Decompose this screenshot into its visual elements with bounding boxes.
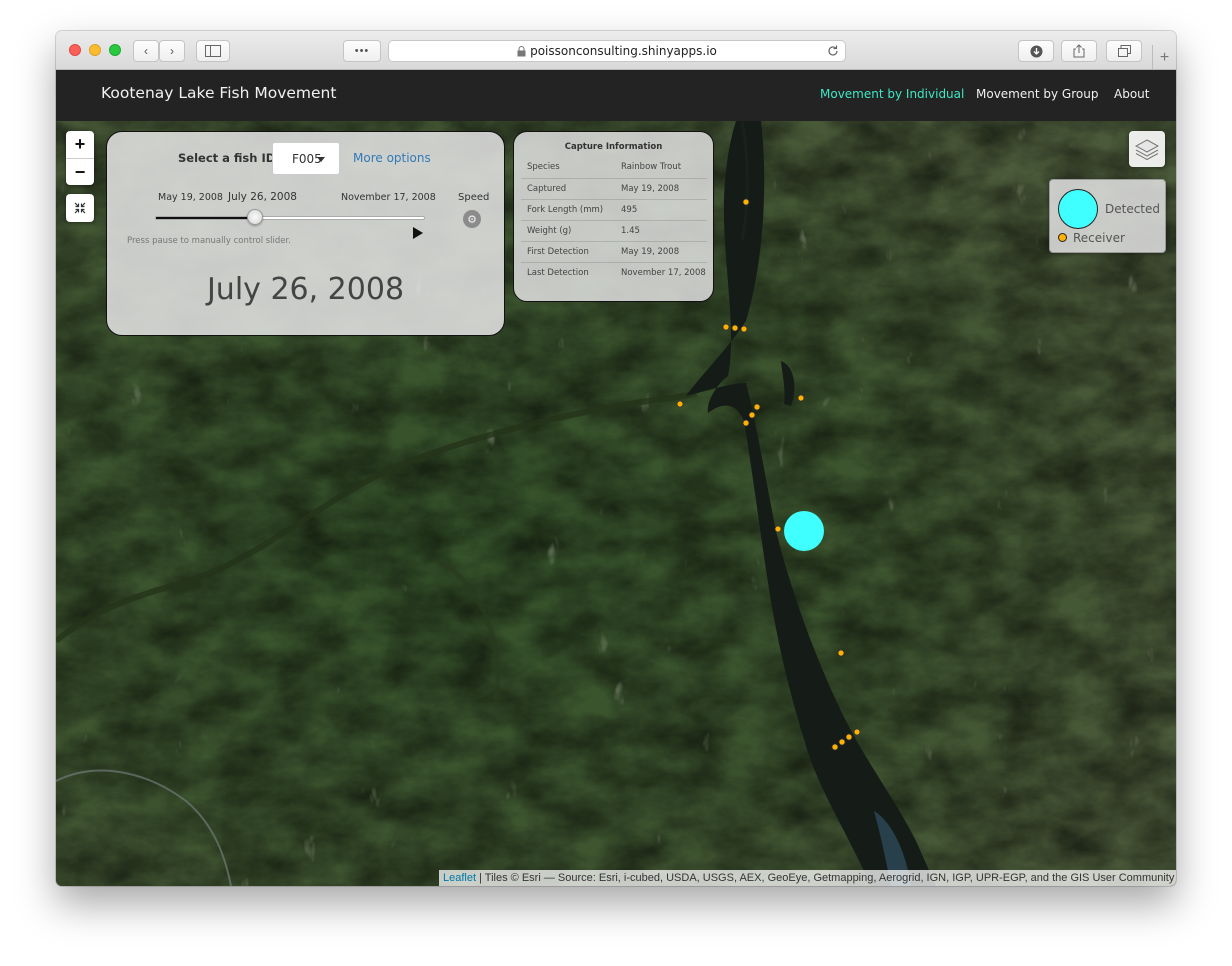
capture-information-panel: Capture Information Species Rainbow Trout… <box>513 131 714 302</box>
tabs-overview-icon <box>1117 45 1131 57</box>
receiver-marker[interactable] <box>742 419 750 427</box>
receiver-marker[interactable] <box>742 198 750 206</box>
tabs-button[interactable] <box>1106 40 1142 62</box>
share-button[interactable] <box>1061 40 1097 62</box>
detected-legend-label: Detected <box>1105 202 1161 216</box>
chevron-down-icon <box>317 157 325 162</box>
receiver-marker[interactable] <box>774 525 782 533</box>
capture-row: First Detection May 19, 2008 <box>521 241 707 262</box>
receiver-legend-label: Receiver <box>1073 231 1125 245</box>
plus-icon: + <box>1159 48 1170 66</box>
slider-min-label: May 19, 2008 <box>158 192 223 203</box>
share-icon <box>1073 44 1085 58</box>
tiles-attribution-text: | Tiles © Esri — Source: Esri, i-cubed, … <box>476 872 1175 884</box>
capture-row-value: May 19, 2008 <box>621 184 680 194</box>
receiver-marker[interactable] <box>748 411 756 419</box>
nav-movement-by-individual[interactable]: Movement by Individual <box>820 87 964 101</box>
app-navbar: Kootenay Lake Fish Movement Movement by … <box>56 70 1176 121</box>
receiver-marker[interactable] <box>831 743 839 751</box>
new-tab-button[interactable]: + <box>1152 45 1176 70</box>
capture-row-value: November 17, 2008 <box>621 268 706 278</box>
detected-fish-marker[interactable] <box>784 511 824 551</box>
back-button[interactable]: ‹ <box>133 40 159 62</box>
capture-row: Captured May 19, 2008 <box>521 178 707 199</box>
nav-about[interactable]: About <box>1114 87 1149 101</box>
capture-row-label: Weight (g) <box>527 226 572 236</box>
capture-row-value: Rainbow Trout <box>621 162 682 172</box>
downloads-button[interactable] <box>1018 40 1054 62</box>
layers-control-button[interactable] <box>1129 131 1165 167</box>
url-text: poissonconsulting.shinyapps.io <box>530 44 717 58</box>
sidebar-icon <box>205 45 221 57</box>
capture-row-value: 495 <box>621 205 638 215</box>
capture-row-value: 1.45 <box>621 226 640 236</box>
receiver-marker[interactable] <box>853 728 861 736</box>
date-slider[interactable] <box>155 209 425 225</box>
layers-icon <box>1134 139 1160 161</box>
speed-label: Speed <box>458 192 490 203</box>
receiver-marker[interactable] <box>722 323 730 331</box>
capture-row-label: Captured <box>527 184 567 194</box>
reload-icon[interactable] <box>827 45 839 57</box>
slider-max-label: November 17, 2008 <box>341 192 436 203</box>
capture-row-label: Fork Length (mm) <box>527 205 604 215</box>
more-icon: ••• <box>354 45 370 57</box>
capture-row: Species Rainbow Trout <box>521 157 707 178</box>
receiver-legend-swatch <box>1058 233 1067 242</box>
capture-row-label: Last Detection <box>527 268 589 278</box>
slider-handle[interactable] <box>247 209 264 225</box>
capture-row: Last Detection November 17, 2008 <box>521 262 707 283</box>
receiver-marker[interactable] <box>676 400 684 408</box>
detected-legend-swatch <box>1058 189 1098 229</box>
play-button[interactable] <box>413 227 423 239</box>
sidebar-button[interactable] <box>196 40 230 62</box>
forward-button[interactable]: › <box>159 40 185 62</box>
current-date-display: July 26, 2008 <box>206 272 405 307</box>
map-attribution: Leaflet | Tiles © Esri — Source: Esri, i… <box>439 870 1176 886</box>
lock-icon <box>517 45 526 56</box>
capture-row: Weight (g) 1.45 <box>521 220 707 241</box>
app-title[interactable]: Kootenay Lake Fish Movement <box>101 84 336 102</box>
browser-window: ‹ › ••• poissonconsulting.shinyapps.io +… <box>56 31 1176 886</box>
more-button[interactable]: ••• <box>343 40 381 62</box>
receiver-marker[interactable] <box>740 325 748 333</box>
receiver-marker[interactable] <box>845 733 853 741</box>
map-view[interactable]: + − Select a fish ID: F005 More options … <box>56 121 1176 886</box>
receiver-marker[interactable] <box>797 394 805 402</box>
chevron-right-icon: › <box>170 44 174 58</box>
receiver-marker[interactable] <box>731 324 739 332</box>
fish-selection-panel: Select a fish ID: F005 More options May … <box>106 131 505 336</box>
leaflet-link[interactable]: Leaflet <box>443 872 476 884</box>
map-legend: Detected Receiver <box>1049 179 1166 253</box>
slider-hint: Press pause to manually control slider. <box>127 236 291 246</box>
fish-id-label: Select a fish ID: <box>178 151 280 165</box>
receiver-marker[interactable] <box>837 649 845 657</box>
more-options-link[interactable]: More options <box>353 151 431 165</box>
slider-fill <box>156 217 256 219</box>
maximize-window-button[interactable] <box>109 44 121 56</box>
chevron-left-icon: ‹ <box>144 44 148 58</box>
slider-current-label: July 26, 2008 <box>228 191 297 203</box>
capture-row-label: Species <box>527 162 560 172</box>
minimize-window-button[interactable] <box>89 44 101 56</box>
capture-info-title: Capture Information <box>564 142 663 152</box>
download-icon <box>1030 45 1042 57</box>
receiver-marker[interactable] <box>753 403 761 411</box>
receiver-marker[interactable] <box>838 738 846 746</box>
capture-row-label: First Detection <box>527 247 589 257</box>
browser-titlebar: ‹ › ••• poissonconsulting.shinyapps.io + <box>56 31 1176 70</box>
nav-movement-by-group[interactable]: Movement by Group <box>976 87 1098 101</box>
capture-row-value: May 19, 2008 <box>621 247 680 257</box>
gear-icon: ⚙ <box>467 213 477 226</box>
fish-id-select[interactable]: F005 <box>272 142 340 175</box>
speed-button[interactable]: ⚙ <box>463 210 481 228</box>
address-bar[interactable]: poissonconsulting.shinyapps.io <box>388 40 846 62</box>
capture-row: Fork Length (mm) 495 <box>521 199 707 220</box>
close-window-button[interactable] <box>69 44 81 56</box>
